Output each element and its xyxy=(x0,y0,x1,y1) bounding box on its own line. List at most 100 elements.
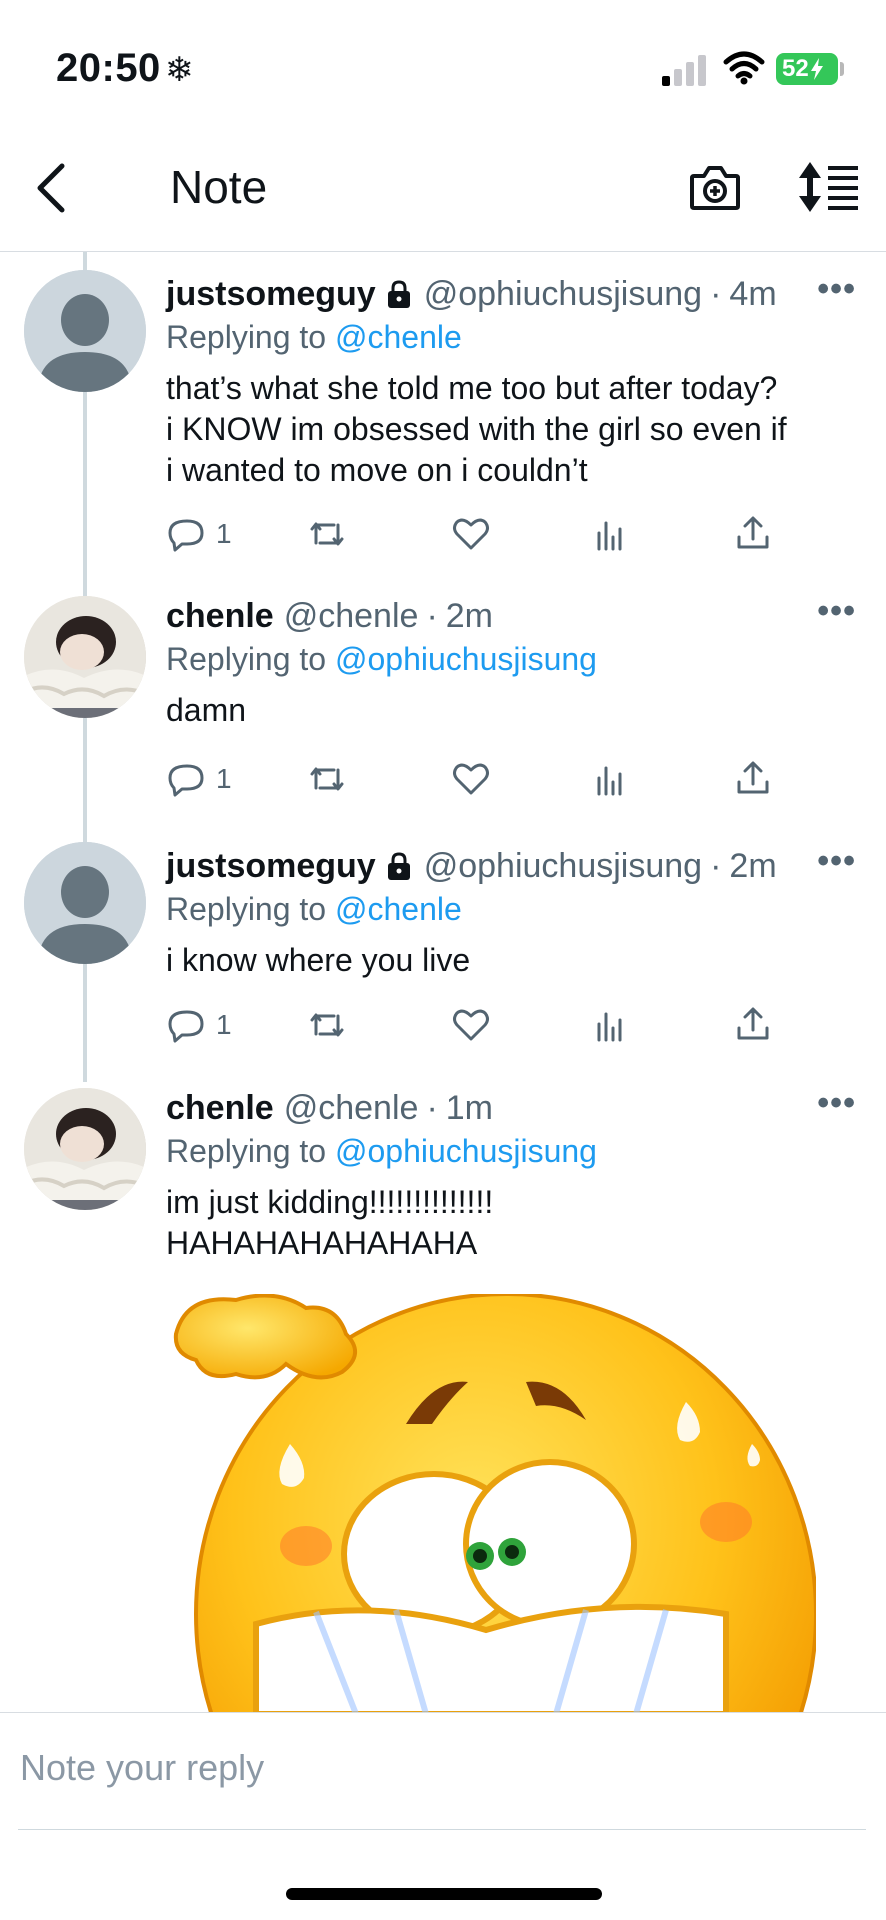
reply-button[interactable]: 1 xyxy=(166,1000,232,1050)
battery-level: 52 xyxy=(782,55,809,82)
display-name[interactable]: chenle xyxy=(166,1088,274,1128)
default-avatar-icon xyxy=(24,270,146,392)
back-button[interactable] xyxy=(30,158,74,218)
cellular-signal-icon xyxy=(662,55,706,86)
more-options-button[interactable]: ••• xyxy=(817,842,856,881)
separator-dot: · xyxy=(710,847,722,885)
like-button[interactable] xyxy=(450,509,492,559)
charging-bolt-icon xyxy=(810,58,823,80)
reply-count: 1 xyxy=(216,518,232,549)
analytics-icon xyxy=(597,1012,622,1042)
display-name[interactable]: justsomeguy xyxy=(166,846,376,886)
repost-button[interactable] xyxy=(306,754,348,804)
mention-link[interactable]: @ophiuchusjisung xyxy=(335,1133,597,1169)
more-options-button[interactable]: ••• xyxy=(817,270,856,309)
like-button[interactable] xyxy=(450,1000,492,1050)
reply-text: im just kidding!!!!!!!!!!!!!! HAHAHAHAHA… xyxy=(166,1184,494,1261)
share-button[interactable] xyxy=(732,754,774,804)
handle[interactable]: @chenle xyxy=(284,596,419,636)
battery-nub xyxy=(840,62,844,76)
views-button[interactable] xyxy=(590,754,632,804)
top-nav-bar: Note xyxy=(0,130,886,252)
reply-input[interactable] xyxy=(20,1733,866,1803)
reply-button[interactable]: 1 xyxy=(166,509,232,559)
mention-link[interactable]: @ophiuchusjisung xyxy=(335,641,597,677)
views-button[interactable] xyxy=(590,1000,632,1050)
repost-icon xyxy=(310,522,344,546)
heart-icon xyxy=(453,518,489,550)
handle[interactable]: @ophiuchusjisung xyxy=(424,846,702,886)
replying-label: Replying to xyxy=(166,319,327,355)
avatar[interactable] xyxy=(24,1088,146,1210)
reply-text: i know where you live xyxy=(166,942,471,978)
lock-icon xyxy=(387,280,410,308)
avatar[interactable] xyxy=(24,596,146,718)
default-avatar-icon xyxy=(24,842,146,964)
replying-to-line: Replying to @ophiuchusjisung xyxy=(166,638,866,680)
repost-button[interactable] xyxy=(306,1000,348,1050)
replying-to-line: Replying to @chenle xyxy=(166,316,866,358)
share-icon xyxy=(737,1007,769,1040)
reply-composer xyxy=(0,1712,886,1832)
battery-indicator: 52 xyxy=(776,53,838,85)
timestamp: 4m xyxy=(729,275,777,313)
clock: 20:50 xyxy=(56,46,161,90)
profile-photo xyxy=(24,1088,146,1210)
analytics-icon xyxy=(597,766,622,796)
wifi-icon xyxy=(723,51,765,85)
separator-dot: · xyxy=(710,275,722,313)
analytics-icon xyxy=(597,521,622,551)
attached-image[interactable] xyxy=(166,1294,816,1712)
mention-link[interactable]: @chenle xyxy=(335,319,462,355)
page-title: Note xyxy=(170,161,268,213)
avatar[interactable] xyxy=(24,842,146,964)
reply-text: that’s what she told me too but after to… xyxy=(166,370,787,488)
more-options-button[interactable]: ••• xyxy=(817,1084,856,1123)
timestamp: 2m xyxy=(729,847,777,885)
share-icon xyxy=(737,761,769,794)
comment-icon xyxy=(168,519,204,552)
composer-divider xyxy=(18,1829,866,1830)
reply-button[interactable]: 1 xyxy=(166,754,232,804)
share-button[interactable] xyxy=(732,509,774,559)
home-indicator[interactable] xyxy=(286,1888,602,1900)
lock-icon xyxy=(387,852,410,880)
heart-icon xyxy=(453,763,489,795)
sort-icon[interactable] xyxy=(796,158,860,216)
note-thread-screen: 20:50 ❄ 52 Note justsomeguy @ophiuchusji… xyxy=(0,0,886,1920)
handle[interactable]: @chenle xyxy=(284,1088,419,1128)
avatar[interactable] xyxy=(24,270,146,392)
separator-dot: · xyxy=(426,597,438,635)
status-bar: 20:50 ❄ 52 xyxy=(0,0,886,130)
replying-label: Replying to xyxy=(166,641,327,677)
display-name[interactable]: chenle xyxy=(166,596,274,636)
action-bar: 1 xyxy=(166,1000,806,1050)
share-button[interactable] xyxy=(732,1000,774,1050)
status-time: 20:50 ❄ xyxy=(56,46,194,91)
like-button[interactable] xyxy=(450,754,492,804)
heart-icon xyxy=(453,1009,489,1041)
reply-count: 1 xyxy=(216,1009,232,1040)
snowflake-icon: ❄ xyxy=(164,51,194,89)
views-button[interactable] xyxy=(590,509,632,559)
replying-label: Replying to xyxy=(166,1133,327,1169)
repost-icon xyxy=(310,767,344,791)
share-icon xyxy=(737,516,769,549)
reply-feed: justsomeguy @ophiuchusjisung · 4m Replyi… xyxy=(0,252,886,1712)
comment-icon xyxy=(168,764,204,797)
worried-emoji-image xyxy=(173,1294,816,1712)
action-bar: 1 xyxy=(166,509,806,559)
mention-link[interactable]: @chenle xyxy=(335,891,462,927)
replying-label: Replying to xyxy=(166,891,327,927)
replying-to-line: Replying to @ophiuchusjisung xyxy=(166,1130,866,1172)
display-name[interactable]: justsomeguy xyxy=(166,274,376,314)
action-bar: 1 xyxy=(166,754,806,804)
handle[interactable]: @ophiuchusjisung xyxy=(424,274,702,314)
replying-to-line: Replying to @chenle xyxy=(166,888,866,930)
separator-dot: · xyxy=(426,1089,438,1127)
repost-button[interactable] xyxy=(306,509,348,559)
more-options-button[interactable]: ••• xyxy=(817,592,856,631)
camera-button[interactable] xyxy=(688,158,742,216)
reply-text: damn xyxy=(166,692,247,728)
timestamp: 2m xyxy=(445,597,493,635)
